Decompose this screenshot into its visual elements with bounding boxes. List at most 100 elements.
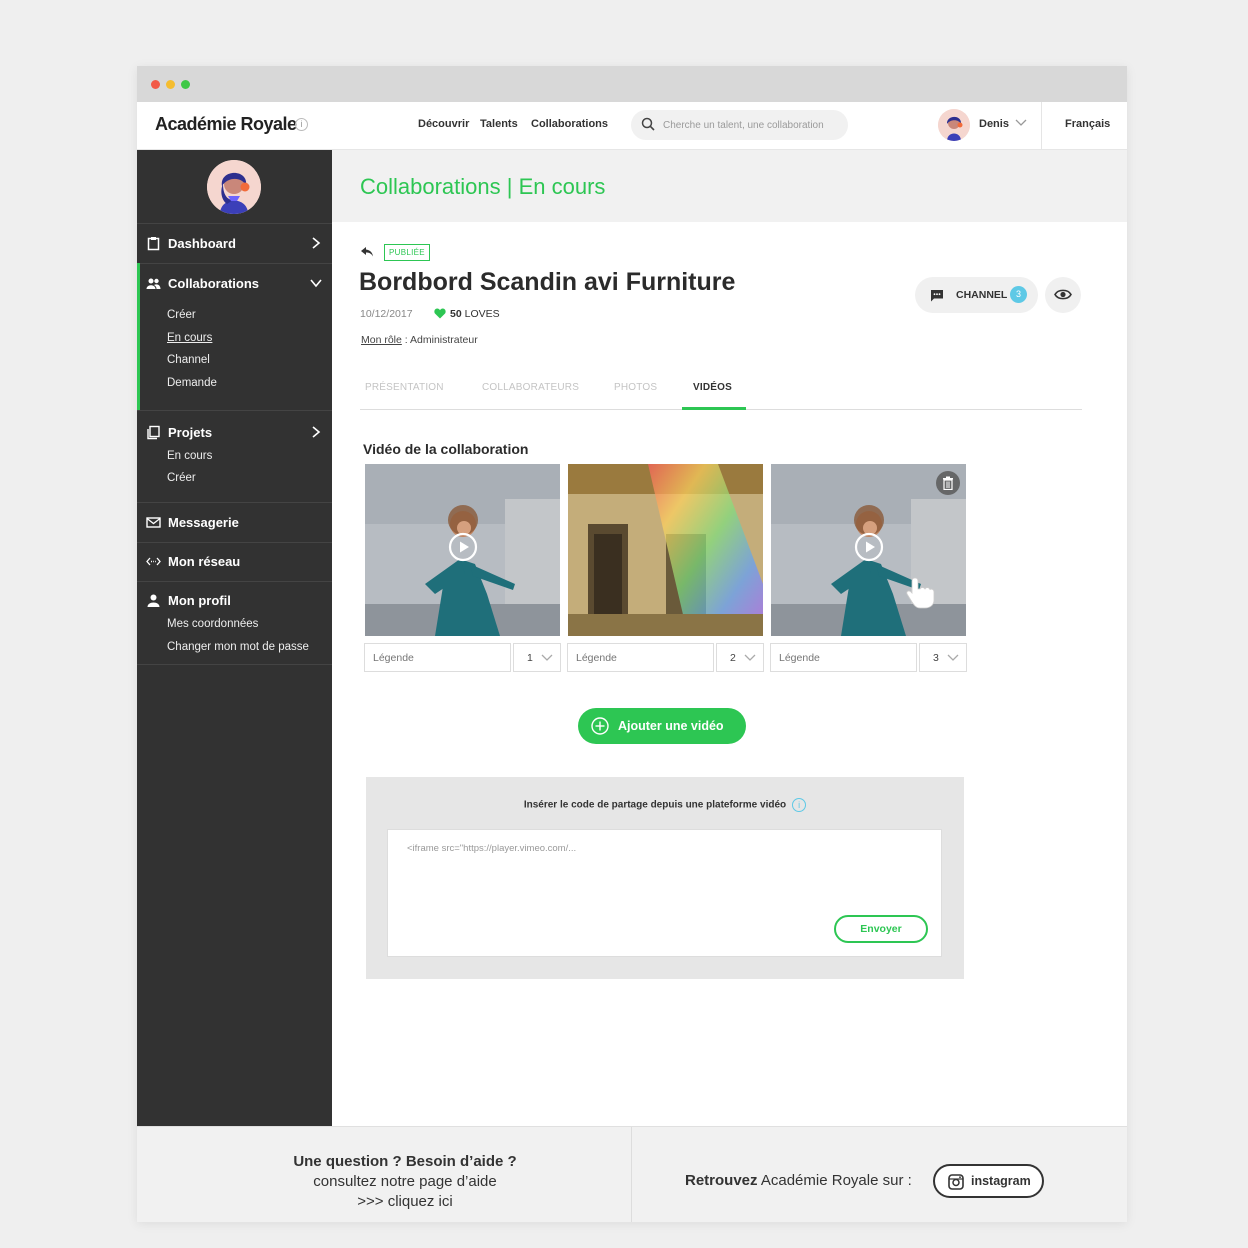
- avatar[interactable]: [207, 160, 261, 214]
- sidebar-subitem-projets-creer[interactable]: Créer: [167, 472, 196, 484]
- page-title: Collaborations | En cours: [360, 174, 605, 200]
- divider: [137, 263, 332, 264]
- search-input[interactable]: [663, 116, 838, 134]
- video-image: [568, 464, 763, 636]
- page-title-main: Collaborations: [360, 174, 501, 199]
- sidebar: Dashboard Collaborations Créer En cours …: [137, 150, 332, 1126]
- chevron-down-icon[interactable]: [1014, 118, 1028, 128]
- loves-number: 50: [450, 308, 462, 320]
- tab-videos[interactable]: VIDÉOS: [693, 382, 732, 393]
- nav-link-decouvrir[interactable]: Découvrir: [418, 118, 469, 130]
- sidebar-subitem-channel[interactable]: Channel: [167, 354, 210, 366]
- order-value: 2: [730, 652, 736, 664]
- divider: [137, 581, 332, 582]
- user-name[interactable]: Denis: [979, 118, 1009, 130]
- tab-collaborateurs[interactable]: COLLABORATEURS: [482, 382, 579, 393]
- eye-icon: [1054, 289, 1072, 300]
- order-value: 3: [933, 652, 939, 664]
- logo[interactable]: Académie Royale: [155, 114, 297, 135]
- follow-bold: Retrouvez: [685, 1172, 758, 1189]
- loves-label: LOVES: [464, 308, 500, 320]
- send-button[interactable]: Envoyer: [834, 915, 928, 943]
- sidebar-subitem-coordonnees[interactable]: Mes coordonnées: [167, 618, 258, 630]
- add-video-label: Ajouter une vidéo: [618, 719, 724, 733]
- nav-link-collaborations[interactable]: Collaborations: [531, 118, 608, 130]
- legend-input[interactable]: [567, 643, 714, 672]
- video-thumbnail[interactable]: [568, 464, 763, 636]
- follow-rest: Académie Royale sur :: [757, 1172, 912, 1189]
- sidebar-subitem-mot-de-passe[interactable]: Changer mon mot de passe: [167, 641, 309, 653]
- sidebar-item-label: Collaborations: [168, 276, 260, 291]
- chevron-down-icon: [947, 654, 959, 661]
- instagram-button[interactable]: instagram: [933, 1164, 1044, 1198]
- chevron-down-icon: [541, 654, 553, 661]
- info-icon[interactable]: i: [792, 798, 807, 812]
- play-icon[interactable]: [854, 532, 884, 562]
- divider: [137, 542, 332, 543]
- sidebar-subitem-creer[interactable]: Créer: [167, 309, 196, 321]
- mail-icon: [146, 517, 161, 528]
- chevron-right-icon: [312, 237, 321, 249]
- close-window-dot[interactable]: [151, 80, 160, 89]
- main-content: Collaborations | En cours PUBLIÉE Bordbo…: [332, 150, 1127, 1126]
- project-date: 10/12/2017: [360, 308, 413, 320]
- footer: Une question ? Besoin d’aide ? consultez…: [137, 1126, 1127, 1222]
- avatar[interactable]: [938, 109, 970, 141]
- instagram-label: instagram: [971, 1174, 1031, 1188]
- loves-count: 50 LOVES: [450, 308, 500, 320]
- preview-button[interactable]: [1045, 277, 1081, 313]
- order-select[interactable]: 1: [513, 643, 561, 672]
- browser-window: Académie Royale i Découvrir Talents Coll…: [137, 66, 1127, 1222]
- role-label: Mon rôle: [361, 334, 402, 346]
- sidebar-item-label: Dashboard: [168, 236, 236, 251]
- legend-input[interactable]: [364, 643, 511, 672]
- help-link[interactable]: >>> cliquez ici: [285, 1192, 525, 1212]
- video-thumbnail[interactable]: [771, 464, 966, 636]
- follow-text: Retrouvez Académie Royale sur :: [685, 1172, 912, 1189]
- video-thumbnail[interactable]: [365, 464, 560, 636]
- trash-icon: [943, 476, 953, 490]
- chevron-down-icon: [310, 279, 322, 288]
- language-selector[interactable]: Français: [1065, 118, 1110, 130]
- add-video-button[interactable]: Ajouter une vidéo: [578, 708, 746, 744]
- order-value: 1: [527, 652, 533, 664]
- divider: [137, 410, 332, 411]
- divider: [137, 502, 332, 503]
- nav-link-talents[interactable]: Talents: [480, 118, 518, 130]
- search-bar: [631, 110, 848, 140]
- legend-input[interactable]: [770, 643, 917, 672]
- embed-field-wrapper: Envoyer: [387, 829, 942, 957]
- channel-button[interactable]: CHANNEL 3: [915, 277, 1038, 313]
- active-section-indicator: [137, 263, 140, 410]
- back-arrow-icon[interactable]: [360, 246, 374, 258]
- users-icon: [146, 278, 161, 289]
- minimize-window-dot[interactable]: [166, 80, 175, 89]
- delete-video-button[interactable]: [936, 471, 960, 495]
- help-line: consultez notre page d’aide: [313, 1173, 497, 1190]
- notification-badge: 3: [1010, 286, 1027, 303]
- tab-photos[interactable]: PHOTOS: [614, 382, 657, 393]
- clipboard-icon: [147, 237, 160, 251]
- help-block[interactable]: Une question ? Besoin d’aide ? consultez…: [285, 1152, 525, 1212]
- page-subtitle: En cours: [518, 174, 606, 199]
- maximize-window-dot[interactable]: [181, 80, 190, 89]
- channel-label: CHANNEL: [956, 289, 1008, 301]
- sidebar-subitem-demande[interactable]: Demande: [167, 377, 217, 389]
- window-chrome: [137, 66, 1127, 102]
- play-icon[interactable]: [448, 532, 478, 562]
- user-role: Mon rôle : Administrateur: [361, 334, 478, 346]
- search-icon: [641, 117, 655, 131]
- info-icon[interactable]: i: [295, 118, 308, 131]
- tab-presentation[interactable]: PRÉSENTATION: [365, 382, 444, 393]
- help-question: Une question ? Besoin d’aide ?: [293, 1153, 517, 1170]
- divider: [631, 1127, 632, 1222]
- chat-icon: [931, 290, 943, 302]
- tab-bar: PRÉSENTATION COLLABORATEURS PHOTOS VIDÉO…: [360, 376, 1082, 410]
- sidebar-subitem-projets-en-cours[interactable]: En cours: [167, 450, 212, 462]
- sidebar-subitem-en-cours[interactable]: En cours: [167, 332, 212, 344]
- sidebar-item-label: Projets: [168, 425, 213, 440]
- sidebar-item-label: Messagerie: [168, 515, 239, 530]
- heart-icon[interactable]: [434, 308, 446, 319]
- order-select[interactable]: 2: [716, 643, 764, 672]
- order-select[interactable]: 3: [919, 643, 967, 672]
